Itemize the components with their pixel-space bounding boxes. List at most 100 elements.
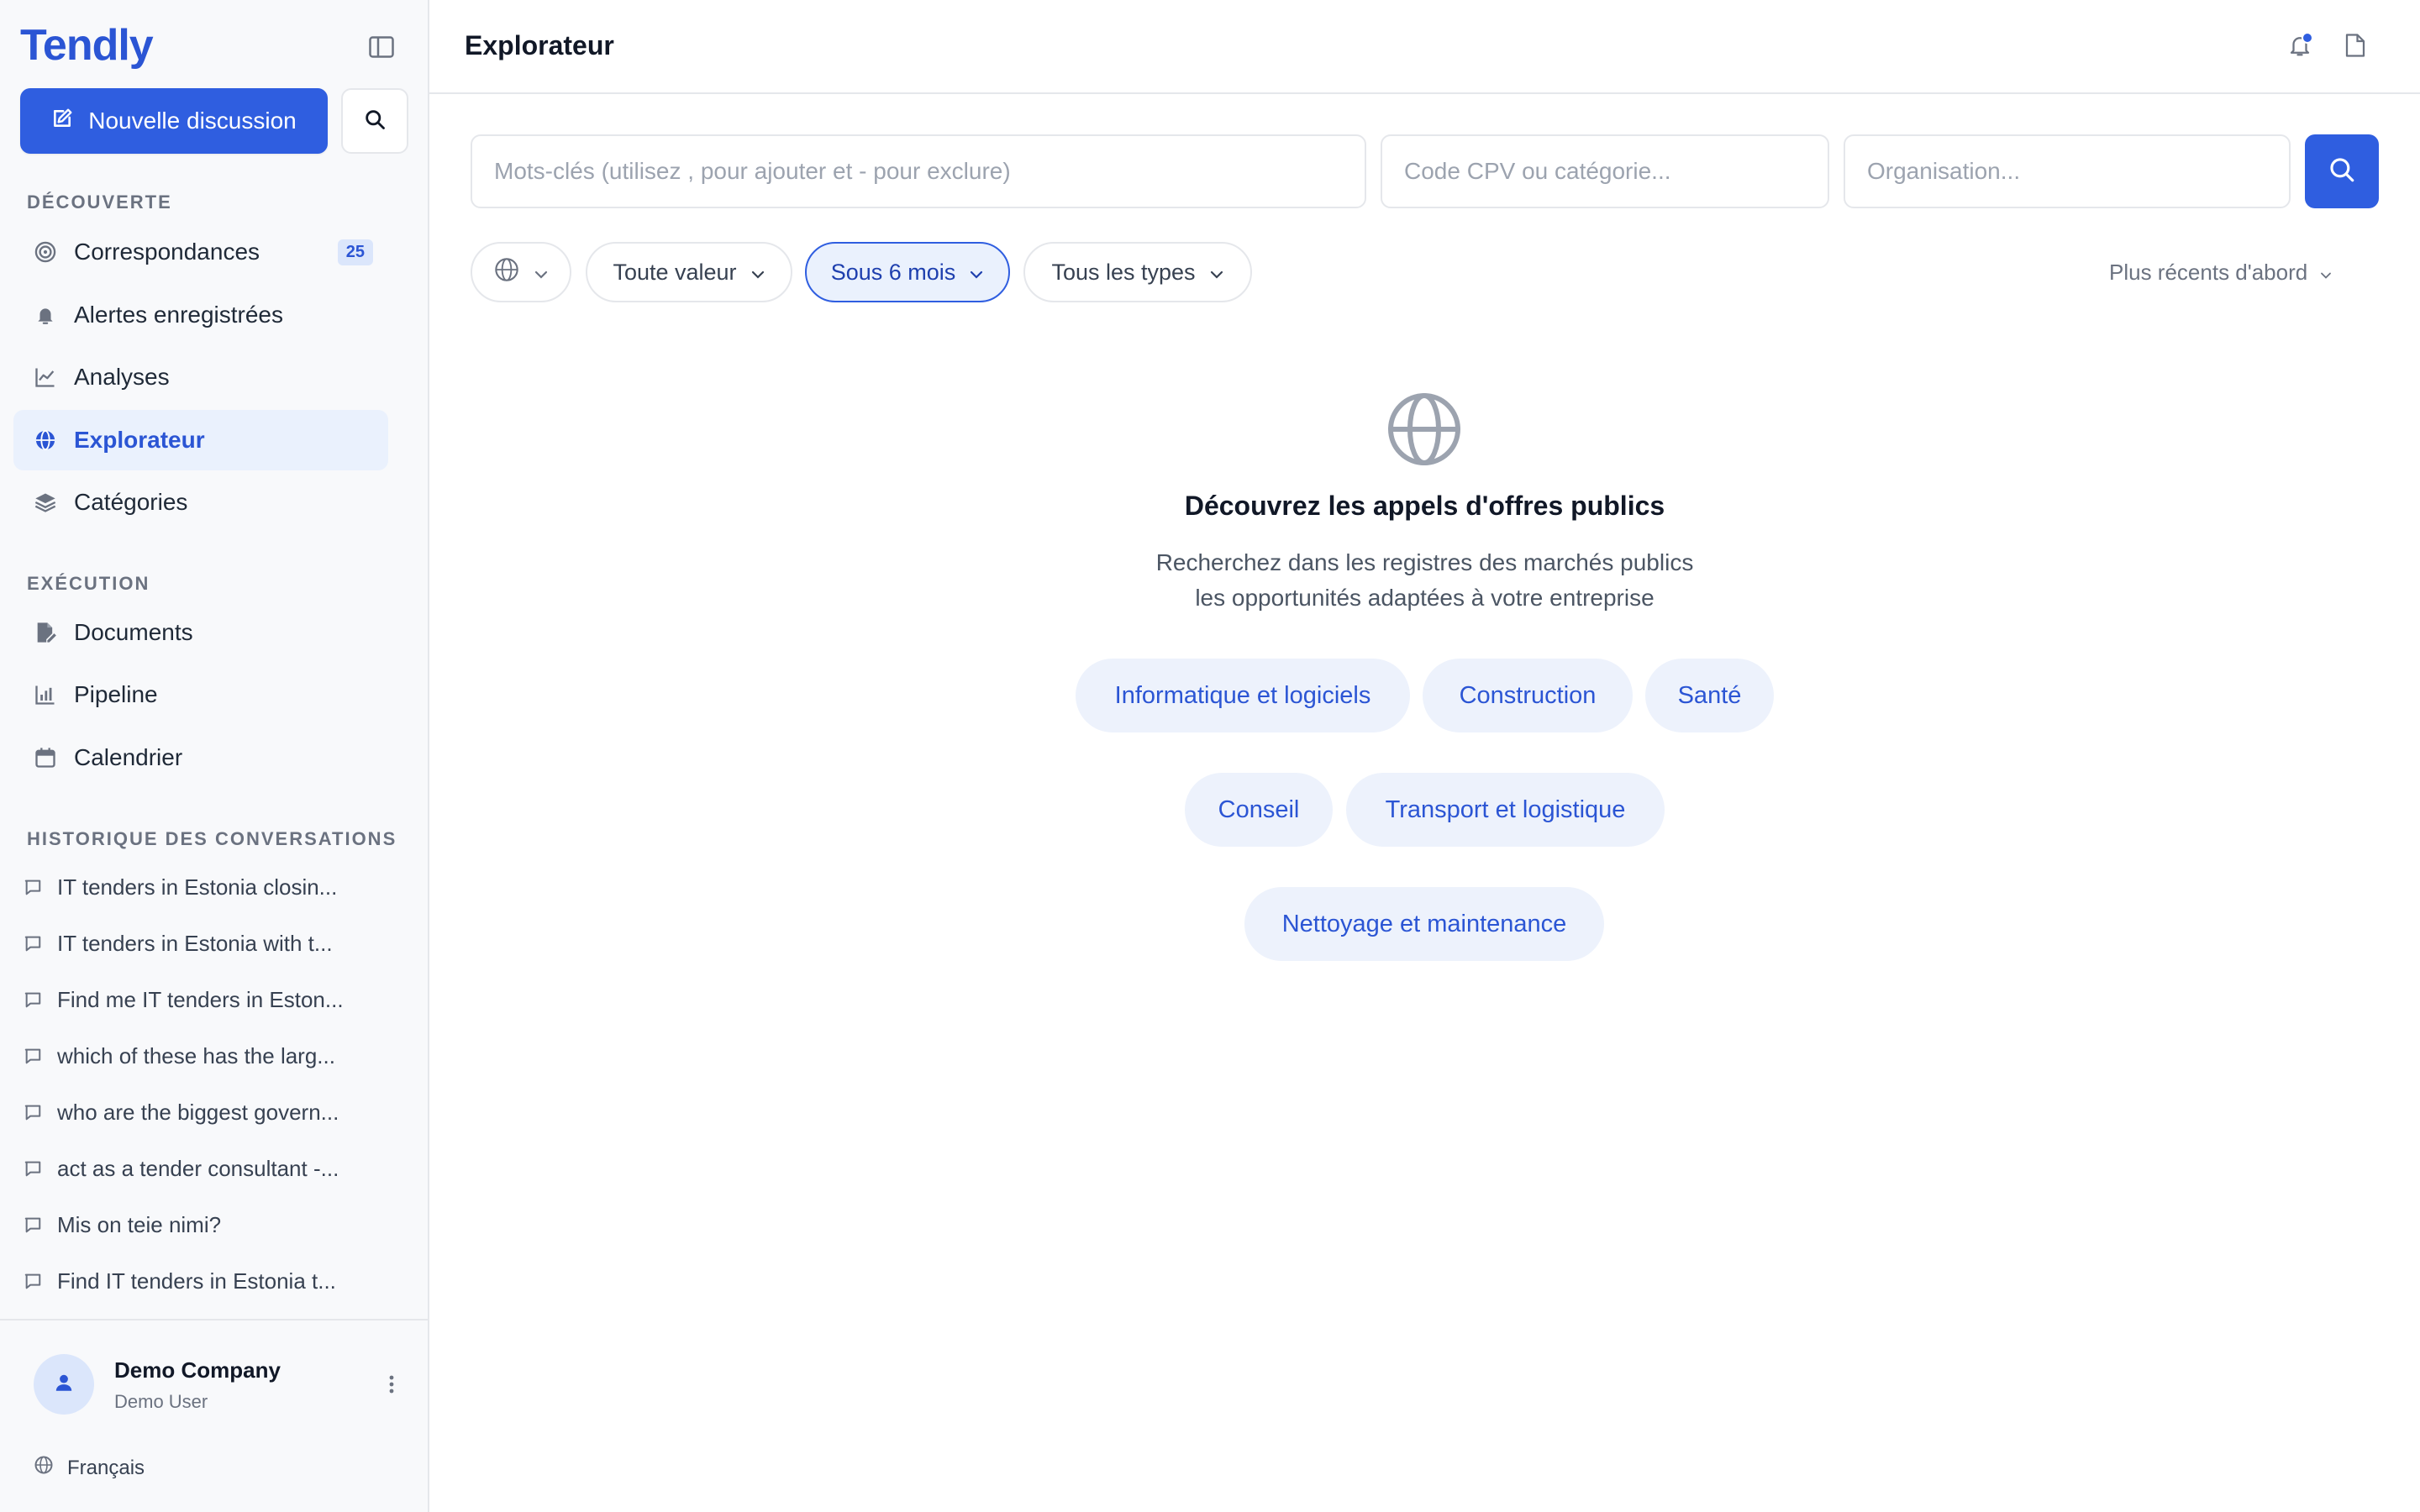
- user-name: Demo User: [114, 1391, 208, 1412]
- globe-icon: [493, 256, 520, 289]
- nav-item-pipeline[interactable]: Pipeline: [13, 664, 388, 725]
- notification-dot: [2302, 32, 2313, 44]
- type-filter-label: Tous les types: [1051, 259, 1196, 285]
- sidebar-search-button[interactable]: [341, 88, 408, 154]
- message-icon: [24, 1103, 57, 1121]
- sort-dropdown[interactable]: Plus récents d'abord: [2109, 252, 2333, 292]
- history-item[interactable]: Mis on teie nimi?: [24, 1201, 376, 1248]
- section-label-execution: EXÉCUTION: [27, 573, 150, 594]
- history-item-label: IT tenders in Estonia closin...: [57, 874, 338, 900]
- history-item[interactable]: who are the biggest govern...: [24, 1089, 376, 1136]
- globe-icon: [1386, 391, 1462, 467]
- chevron-down-icon: [534, 260, 549, 286]
- nav-item-correspondances[interactable]: Correspondances 25: [13, 222, 388, 282]
- message-icon: [24, 1272, 57, 1290]
- new-chat-label: Nouvelle discussion: [88, 108, 297, 134]
- bell-icon: [18, 304, 72, 326]
- history-item-label: Mis on teie nimi?: [57, 1211, 222, 1237]
- avatar[interactable]: [34, 1354, 94, 1415]
- file-icon: [2344, 33, 2366, 62]
- value-filter-label: Toute valeur: [613, 259, 737, 285]
- history-item[interactable]: Find me IT tenders in Eston...: [24, 976, 376, 1023]
- category-chip-it-software[interactable]: Informatique et logiciels: [1076, 659, 1410, 732]
- deadline-filter-label: Sous 6 mois: [830, 259, 956, 285]
- history-item-label: IT tenders in Estonia with t...: [57, 930, 333, 956]
- chevron-down-icon: [750, 260, 765, 286]
- section-label-history: HISTORIQUE DES CONVERSATIONS: [27, 828, 397, 849]
- nav-item-documents[interactable]: Documents: [13, 602, 388, 663]
- message-icon: [24, 1159, 57, 1178]
- page-title: Explorateur: [465, 30, 614, 60]
- search-submit-button[interactable]: [2305, 134, 2379, 208]
- nav-item-calendar[interactable]: Calendrier: [13, 727, 388, 788]
- line-chart-icon: [18, 365, 72, 389]
- language-label: Français: [67, 1456, 145, 1479]
- history-item[interactable]: IT tenders in Estonia closin...: [24, 864, 376, 911]
- deadline-filter[interactable]: Sous 6 mois: [805, 242, 1010, 302]
- history-item[interactable]: act as a tender consultant -...: [24, 1145, 376, 1192]
- sidebar-toggle-icon[interactable]: [363, 30, 400, 64]
- main-content: Explorateur Mots-clés (utilisez , pour a…: [429, 0, 2420, 1512]
- globe-icon: [18, 428, 72, 452]
- country-filter[interactable]: [471, 242, 571, 302]
- category-chip-transport[interactable]: Transport et logistique: [1346, 773, 1665, 847]
- app-root: Tendly Nouvelle discussion DÉCOUVERTE Co…: [0, 0, 2420, 1512]
- message-icon: [24, 1215, 57, 1234]
- type-filter[interactable]: Tous les types: [1023, 242, 1252, 302]
- history-item-label: act as a tender consultant -...: [57, 1155, 339, 1181]
- value-filter[interactable]: Toute valeur: [586, 242, 792, 302]
- target-icon: [18, 240, 72, 264]
- history-item-label: which of these has the larg...: [57, 1042, 335, 1068]
- history-item-label: Find me IT tenders in Eston...: [57, 986, 344, 1012]
- keywords-input[interactable]: [471, 134, 1366, 208]
- file-edit-icon: [18, 621, 72, 644]
- message-icon: [24, 934, 57, 953]
- category-chip-consulting[interactable]: Conseil: [1185, 773, 1333, 847]
- user-icon: [53, 1372, 75, 1398]
- new-chat-button[interactable]: Nouvelle discussion: [20, 88, 328, 154]
- nav-item-label: Correspondances: [74, 239, 260, 265]
- section-label-discovery: DÉCOUVERTE: [27, 192, 172, 213]
- more-vertical-icon[interactable]: [381, 1368, 402, 1401]
- empty-state-subtitle: Recherchez dans les registres des marché…: [1155, 549, 1694, 575]
- category-chip-cleaning[interactable]: Nettoyage et maintenance: [1244, 887, 1604, 961]
- globe-icon: [34, 1455, 54, 1481]
- bar-chart-icon: [18, 683, 72, 706]
- message-icon: [24, 1047, 57, 1065]
- empty-state-subtitle: les opportunités adaptées à votre entrep…: [1195, 585, 1655, 611]
- history-item-label: Find IT tenders in Estonia t...: [57, 1268, 336, 1294]
- sidebar: Tendly Nouvelle discussion DÉCOUVERTE Co…: [0, 0, 429, 1512]
- nav-item-label: Alertes enregistrées: [74, 302, 284, 328]
- matches-count-badge: 25: [337, 239, 373, 265]
- chevron-down-icon: [2319, 260, 2333, 286]
- category-chip-health[interactable]: Santé: [1645, 659, 1774, 732]
- empty-state-title: Découvrez les appels d'offres publics: [1184, 491, 1665, 521]
- category-chip-construction[interactable]: Construction: [1423, 659, 1633, 732]
- message-icon: [24, 878, 57, 896]
- nav-item-analyses[interactable]: Analyses: [13, 347, 388, 407]
- nav-item-label: Explorateur: [74, 427, 205, 453]
- search-icon: [363, 108, 387, 135]
- nav-item-label: Documents: [74, 619, 193, 645]
- notifications-button[interactable]: [2281, 29, 2318, 66]
- history-item[interactable]: which of these has the larg...: [24, 1032, 376, 1079]
- nav-item-label: Catégories: [74, 489, 188, 515]
- nav-item-label: Pipeline: [74, 681, 158, 707]
- history-item[interactable]: Find IT tenders in Estonia t...: [24, 1257, 376, 1305]
- app-logo[interactable]: Tendly: [20, 20, 154, 71]
- chevron-down-icon: [1209, 260, 1224, 286]
- nav-item-label: Calendrier: [74, 744, 183, 770]
- nav-item-explorer[interactable]: Explorateur: [13, 410, 388, 470]
- history-item-label: who are the biggest govern...: [57, 1099, 339, 1125]
- cpv-category-input[interactable]: [1381, 134, 1829, 208]
- top-bar: Explorateur: [429, 0, 2420, 94]
- history-item[interactable]: IT tenders in Estonia with t...: [24, 920, 376, 967]
- nav-item-categories[interactable]: Catégories: [13, 472, 388, 533]
- nav-item-saved-alerts[interactable]: Alertes enregistrées: [13, 285, 388, 345]
- user-company: Demo Company: [114, 1357, 281, 1383]
- organisation-input[interactable]: [1844, 134, 2291, 208]
- documents-button[interactable]: [2337, 29, 2374, 66]
- language-selector[interactable]: Français: [34, 1455, 145, 1481]
- message-icon: [24, 990, 57, 1009]
- edit-icon: [51, 108, 73, 135]
